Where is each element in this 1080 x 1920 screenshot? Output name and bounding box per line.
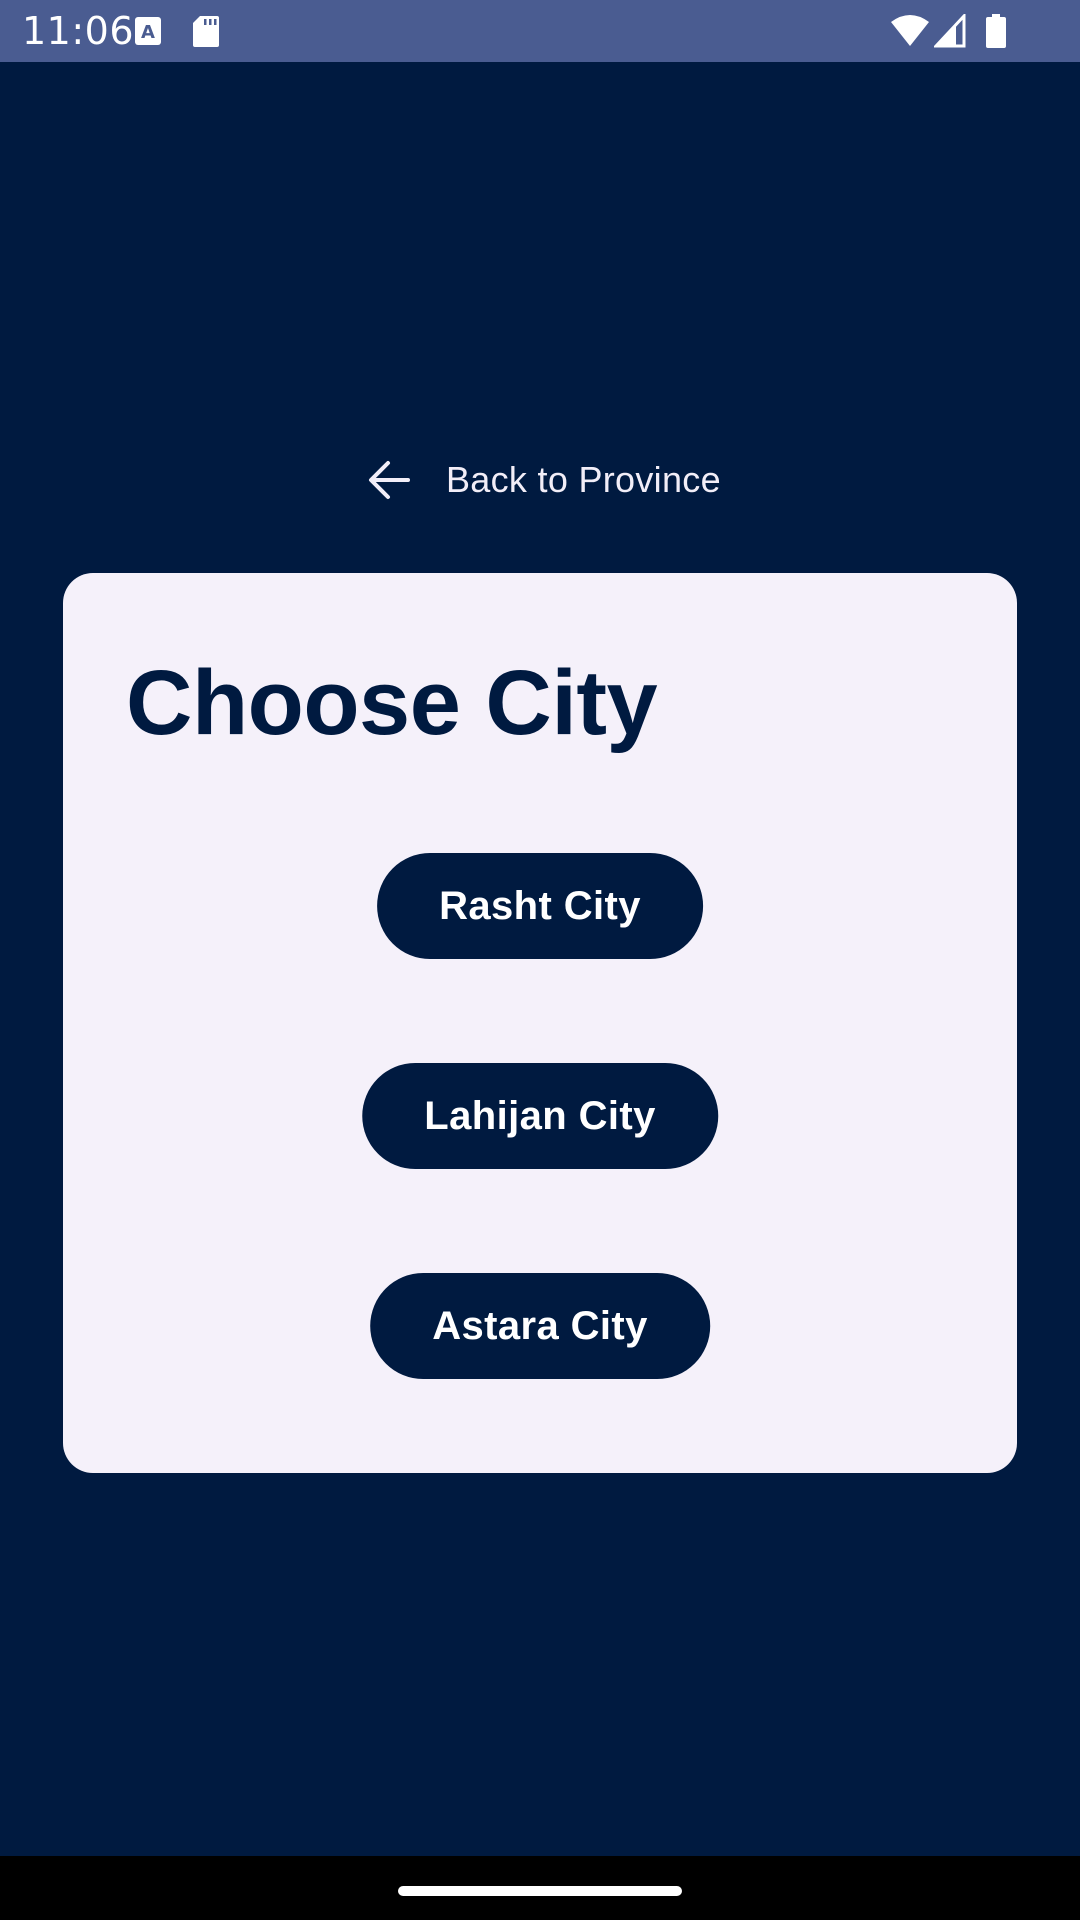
system-navigation-bar: [0, 1856, 1080, 1920]
back-to-province-label: Back to Province: [446, 459, 721, 500]
status-time: 11:06: [22, 9, 135, 53]
battery-icon: [986, 14, 1006, 48]
cell-signal-icon: [934, 14, 966, 48]
sd-card-icon: [193, 16, 219, 47]
svg-text:A: A: [141, 22, 155, 43]
arrow-left-icon: [369, 461, 410, 499]
page-title: Choose City: [126, 652, 658, 754]
home-gesture-handle[interactable]: [398, 1886, 682, 1896]
lahijan-city-button[interactable]: Lahijan City: [362, 1063, 718, 1169]
rasht-city-button[interactable]: Rasht City: [377, 853, 703, 959]
astara-city-button[interactable]: Astara City: [370, 1273, 710, 1379]
a-notification-icon: A: [135, 17, 161, 45]
app-screen: 11:06 A Back to Province Choose City Ras…: [0, 0, 1080, 1920]
back-to-province-button[interactable]: Back to Province: [366, 448, 721, 512]
wifi-icon: [891, 15, 929, 46]
choose-city-card: Choose City Rasht City Lahijan City Asta…: [63, 573, 1017, 1473]
status-bar: 11:06 A: [0, 0, 1080, 62]
